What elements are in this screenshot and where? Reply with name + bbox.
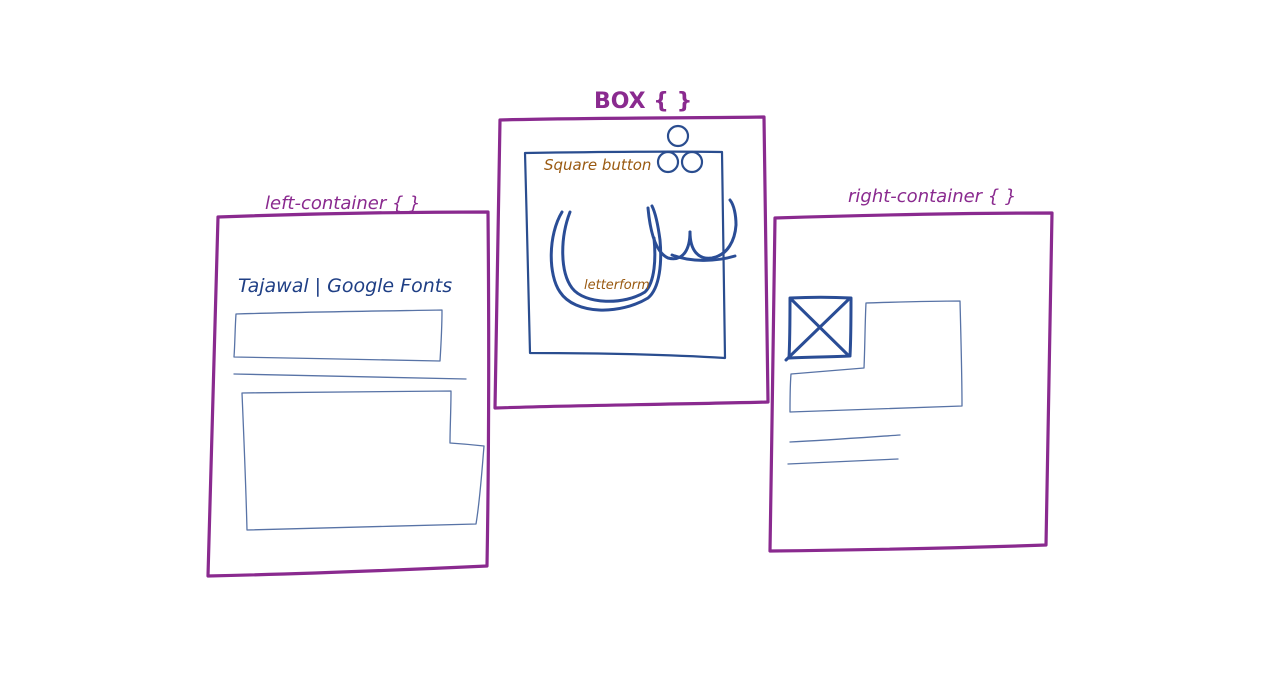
right-container-title: right-container { } [848,186,1016,207]
crossed-box-icon [784,295,853,362]
input-field[interactable] [233,309,443,362]
left-container-outline [206,210,491,578]
box-title: BOX { } [594,89,692,114]
right-container-outline [768,211,1054,553]
letterform-label: letterform [584,278,650,293]
divider [233,373,467,380]
font-title: Tajawal | Google Fonts [238,275,452,297]
three-dots-diacritic-icon [656,124,704,174]
box-panel: BOX { } Square button letterform [493,89,770,410]
text-line-2 [787,458,899,465]
left-container-panel: left-container { } Tajawal | Google Font… [206,193,491,578]
text-line-1 [789,434,901,443]
content-area [241,390,485,531]
square-button[interactable] [523,150,727,360]
letterform-drawing [549,198,738,312]
right-container-panel: right-container { } [768,186,1054,553]
left-container-title: left-container { } [265,193,421,214]
square-button-label: Square button [544,156,651,174]
wireframe-sketch: BOX { } Square button letterform left-co… [206,89,1054,578]
